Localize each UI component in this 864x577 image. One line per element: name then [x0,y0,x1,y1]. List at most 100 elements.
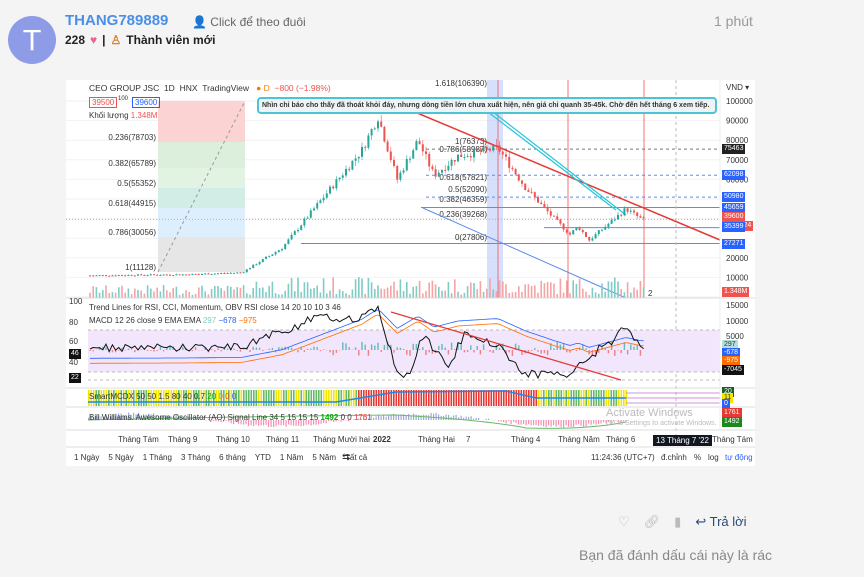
ao-bar [375,416,377,420]
volume-bar [143,293,146,298]
candle [473,148,475,158]
volume-bar [361,278,363,298]
username-link[interactable]: THANG789889 [65,12,168,29]
range-5[interactable]: YTD [255,453,271,462]
ao-bar [395,415,397,420]
candle [338,177,341,180]
candle [367,135,370,148]
candle [639,216,642,218]
ao-bar [473,418,475,420]
ao-bar [518,420,520,425]
volume-bar [306,282,309,298]
follow-button[interactable]: 👤 Click để theo đuôi [192,15,306,29]
fib-label: 0.382(65789) [108,159,156,168]
range-3[interactable]: 3 Tháng [181,453,210,462]
smart-bar [320,390,323,406]
link-icon[interactable]: 🔗︎ [644,514,661,530]
candle [425,151,427,154]
candle [389,151,392,161]
ao-bar [430,412,432,420]
candle [396,165,399,180]
candle [437,172,440,177]
candle [197,273,200,275]
adjust-toggle[interactable]: đ.chỉnh [661,453,687,462]
candle [572,230,575,235]
percent-toggle[interactable]: % [694,453,701,462]
volume-bar [207,294,210,298]
avatar[interactable]: T [8,16,56,64]
ao-bar [385,416,387,420]
candle [265,256,267,260]
volume-bar [489,278,491,298]
ao-bar [510,420,512,425]
volume-bar [338,289,341,298]
chart-image[interactable]: 0.236(78703) 0.382(65789) 0.5(55352) 0.618(… [66,80,755,466]
volume-bar [502,281,504,298]
ao-bar [580,420,582,426]
range-2[interactable]: 1 Tháng [143,453,172,462]
range-6[interactable]: 1 Năm [280,453,304,462]
macd-histogram-bar [377,342,379,350]
ask-price[interactable]: 39600 [132,97,161,108]
macd-histogram-bar [454,349,456,350]
macd-histogram-bar [332,350,334,356]
bookmark-icon[interactable]: ▮ [674,514,681,530]
candle [159,275,162,277]
compare-range-icon[interactable]: ⇆ [342,452,350,463]
candle [290,234,293,240]
volume-bar [390,285,392,298]
candle [546,207,549,212]
reply-button[interactable]: ↩ Trả lời [695,514,746,530]
macd-histogram-bar [626,350,629,355]
macd-histogram-bar [262,350,264,352]
range-4[interactable]: 6 tháng [219,453,246,462]
macd-histogram-bar [150,350,152,351]
volume-bar [236,287,238,298]
candle [271,254,274,256]
time-tick: Tháng Mười hai [313,435,370,444]
range-1[interactable]: 5 Ngày [108,453,133,462]
macd-histogram-bar [537,350,539,352]
macd-histogram-bar [415,343,418,350]
ao-bar [428,415,430,420]
macd-histogram-bar [118,350,120,351]
volume-bar [127,288,130,298]
volume-bar [201,285,203,298]
volume-bar [636,289,638,298]
ao-bar [418,415,420,420]
candle [450,160,453,166]
candle [623,208,626,216]
volume-bar [393,281,395,298]
smart-bar [445,390,448,406]
smart-bar [470,390,473,406]
candle [213,273,216,275]
volume-bar [284,290,286,298]
like-icon[interactable]: ♡ [618,514,630,530]
candle [223,272,226,274]
fib-label: 1(11128) [125,263,156,272]
candle [642,217,645,219]
candle [181,274,184,276]
log-toggle[interactable]: log [708,453,719,462]
volume-bar [271,281,274,298]
smart-bar [270,390,273,406]
macd-histogram-bar [290,347,293,350]
time-tick: Tháng Năm [558,435,600,444]
range-7[interactable]: 5 Năm [312,453,336,462]
candle [245,269,248,273]
reply-label: Trả lời [709,514,747,529]
volume-bar [140,290,142,298]
macd-histogram-bar [374,345,376,350]
macd-histogram-bar [111,350,114,353]
volume-bar [322,278,325,298]
volume-bar [377,285,379,298]
range-0[interactable]: 1 Ngày [74,453,99,462]
fib-label: 0.236(78703) [108,133,156,142]
macd-histogram-bar [236,350,238,351]
macd-histogram-bar [258,347,261,350]
bid-price[interactable]: 39500 [89,97,118,108]
currency-select[interactable]: VND ▾ [726,83,749,92]
candle [393,160,395,166]
fib-zone [158,168,245,188]
auto-toggle[interactable]: tự động [725,453,753,462]
